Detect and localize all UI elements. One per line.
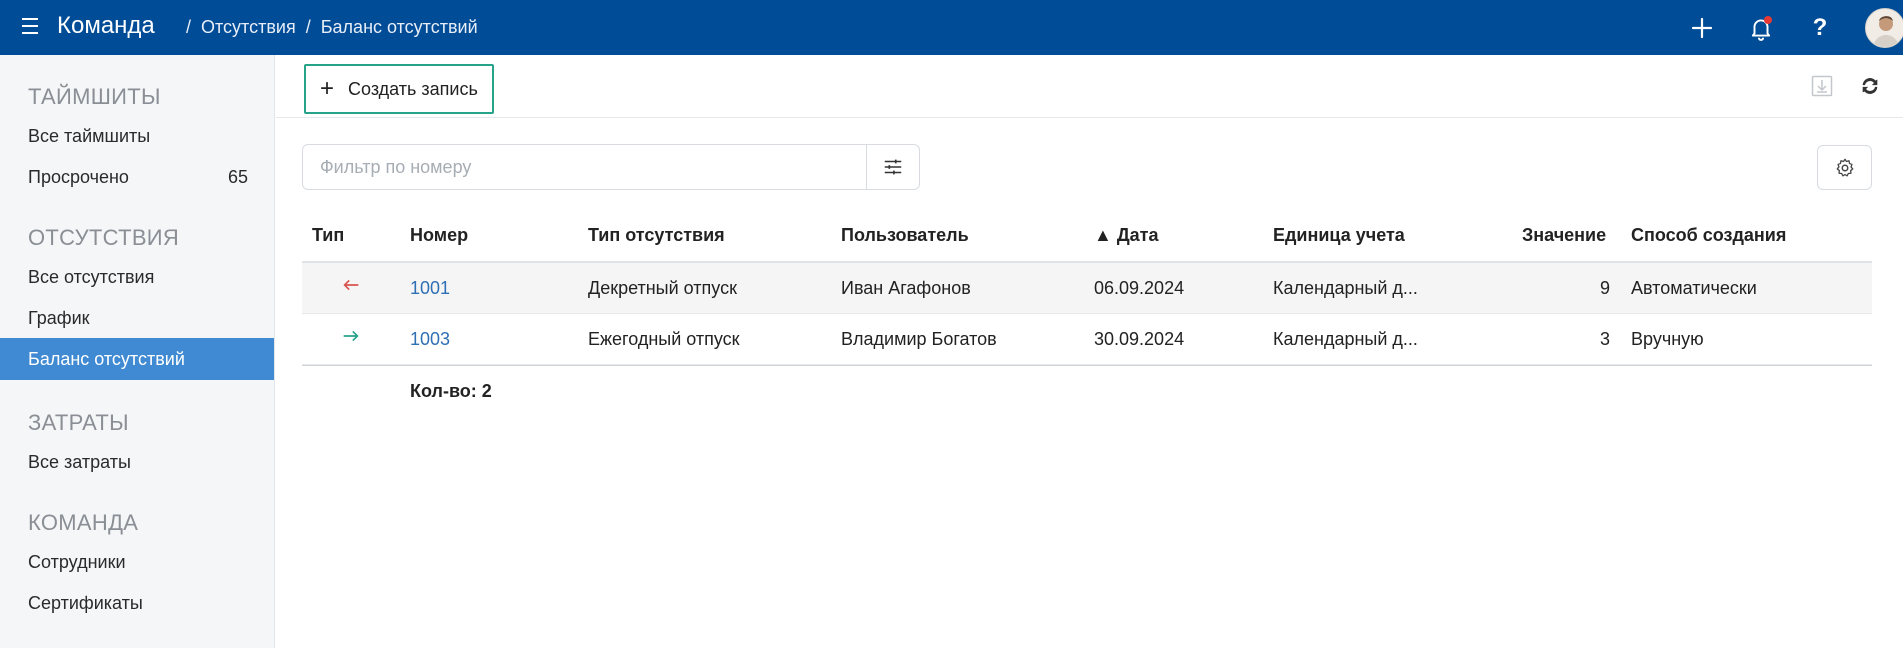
row-count: Кол-во: 2 bbox=[410, 381, 492, 401]
sidebar-item-overdue[interactable]: Просрочено 65 bbox=[0, 156, 274, 198]
sidebar-section-timesheets: ТАЙМШИТЫ bbox=[28, 84, 161, 109]
sidebar-item-all-expenses[interactable]: Все затраты bbox=[0, 441, 274, 483]
unit-cell: Календарный д... bbox=[1273, 329, 1418, 349]
sidebar-item-label: Все таймшиты bbox=[28, 126, 151, 146]
table-footer: Кол-во: 2 bbox=[302, 365, 1872, 415]
user-avatar[interactable] bbox=[1865, 8, 1903, 48]
absence-type-cell: Ежегодный отпуск bbox=[588, 329, 740, 349]
toolbar: + Создать запись bbox=[276, 55, 1903, 118]
arrow-right-icon bbox=[340, 325, 362, 353]
notification-dot bbox=[1764, 16, 1772, 24]
sliders-icon bbox=[884, 159, 902, 175]
column-header-type[interactable]: Тип bbox=[312, 225, 344, 246]
sidebar-item-absence-balance[interactable]: Баланс отсутствий bbox=[0, 338, 274, 380]
sidebar-section-team: КОМАНДА bbox=[28, 510, 139, 535]
breadcrumb-item-absences[interactable]: Отсутствия bbox=[201, 17, 296, 37]
sidebar-section-absences: ОТСУТСТВИЯ bbox=[28, 225, 180, 250]
user-cell: Иван Агафонов bbox=[841, 278, 971, 298]
value-cell: 9 bbox=[1599, 278, 1610, 298]
app-title[interactable]: Команда bbox=[57, 12, 155, 40]
table-settings-button[interactable] bbox=[1817, 145, 1872, 190]
sidebar-item-schedule[interactable]: График bbox=[0, 297, 274, 339]
breadcrumb-item-balance: Баланс отсутствий bbox=[320, 17, 478, 37]
sidebar-section-expenses: ЗАТРАТЫ bbox=[28, 410, 129, 435]
notifications-bell-icon[interactable] bbox=[1745, 12, 1777, 44]
sidebar-item-label: Сотрудники bbox=[28, 552, 126, 572]
sidebar-item-label: Сертификаты bbox=[28, 593, 143, 613]
sidebar-item-label: Просрочено bbox=[28, 167, 129, 187]
date-cell: 30.09.2024 bbox=[1094, 329, 1185, 349]
method-cell: Вручную bbox=[1631, 329, 1704, 349]
add-icon[interactable] bbox=[1686, 12, 1718, 44]
breadcrumb-separator: / bbox=[186, 17, 192, 37]
table-header: Тип Номер Тип отсутствия Пользователь ▲ … bbox=[302, 213, 1872, 263]
sidebar: ТАЙМШИТЫ Все таймшиты Просрочено 65 ОТСУТ… bbox=[0, 55, 275, 648]
sidebar-item-label: Все затраты bbox=[28, 452, 131, 472]
import-icon[interactable] bbox=[1806, 70, 1838, 102]
column-header-number[interactable]: Номер bbox=[410, 225, 468, 246]
breadcrumb-separator: / bbox=[305, 17, 311, 37]
sidebar-item-employees[interactable]: Сотрудники bbox=[0, 541, 274, 583]
column-header-value[interactable]: Значение bbox=[1522, 225, 1606, 246]
column-header-absence-type[interactable]: Тип отсутствия bbox=[588, 225, 725, 246]
table-row[interactable]: 1003 Ежегодный отпуск Владимир Богатов 3… bbox=[302, 314, 1872, 365]
number-filter bbox=[302, 144, 920, 190]
sidebar-item-label: Все отсутствия bbox=[28, 267, 155, 287]
sidebar-item-all-absences[interactable]: Все отсутствия bbox=[0, 256, 274, 298]
unit-cell: Календарный д... bbox=[1273, 278, 1418, 298]
absence-balance-table: Тип Номер Тип отсутствия Пользователь ▲ … bbox=[302, 213, 1872, 415]
create-record-button[interactable]: + Создать запись bbox=[304, 64, 494, 114]
sidebar-item-label: График bbox=[28, 308, 90, 328]
date-cell: 06.09.2024 bbox=[1094, 278, 1185, 298]
column-header-unit[interactable]: Единица учета bbox=[1273, 225, 1405, 246]
column-header-date[interactable]: ▲ Дата bbox=[1094, 225, 1158, 246]
breadcrumb: / Отсутствия / Баланс отсутствий bbox=[186, 17, 488, 38]
overdue-count: 65 bbox=[227, 167, 248, 187]
user-cell: Владимир Богатов bbox=[841, 329, 997, 349]
sidebar-item-certificates[interactable]: Сертификаты bbox=[0, 582, 274, 624]
number-filter-input[interactable] bbox=[304, 146, 864, 188]
sidebar-item-label: Баланс отсутствий bbox=[28, 349, 185, 369]
table-row[interactable]: 1001 Декретный отпуск Иван Агафонов 06.0… bbox=[302, 263, 1872, 314]
plus-icon: + bbox=[320, 75, 335, 102]
record-number-link[interactable]: 1001 bbox=[410, 278, 450, 299]
gear-icon bbox=[1836, 158, 1853, 177]
filter-settings-button[interactable] bbox=[866, 145, 919, 189]
hamburger-menu-icon[interactable] bbox=[22, 18, 44, 38]
top-bar: Команда / Отсутствия / Баланс отсутствий ? bbox=[0, 0, 1903, 55]
absence-type-cell: Декретный отпуск bbox=[588, 278, 737, 298]
value-cell: 3 bbox=[1599, 329, 1610, 349]
column-header-method[interactable]: Способ создания bbox=[1631, 225, 1786, 246]
record-number-link[interactable]: 1003 bbox=[410, 329, 450, 350]
sidebar-item-all-timesheets[interactable]: Все таймшиты bbox=[0, 115, 274, 157]
help-icon[interactable]: ? bbox=[1804, 12, 1836, 44]
create-record-label: Создать запись bbox=[348, 78, 478, 99]
refresh-icon[interactable] bbox=[1854, 70, 1886, 102]
method-cell: Автоматически bbox=[1631, 278, 1757, 298]
arrow-left-icon bbox=[340, 274, 362, 302]
column-header-user[interactable]: Пользователь bbox=[841, 225, 969, 246]
